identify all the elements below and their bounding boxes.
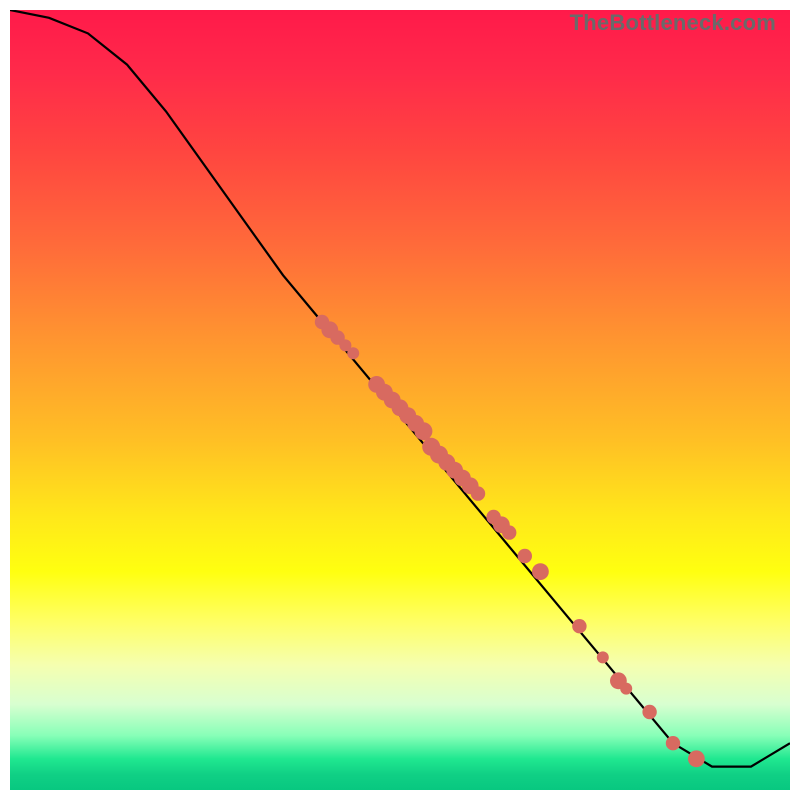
scatter-points [315,315,705,767]
data-point [471,486,485,500]
data-point [642,705,656,719]
data-point [502,525,516,539]
data-point [518,549,532,563]
data-point [620,683,632,695]
data-point [597,651,609,663]
data-point [572,619,586,633]
plot-area: TheBottleneck.com [10,10,790,790]
data-point [414,422,432,440]
data-point [666,736,680,750]
data-point [532,563,549,580]
data-point [347,347,359,359]
bottleneck-curve [10,10,790,767]
chart-container: TheBottleneck.com [0,0,800,800]
data-point [688,750,705,767]
chart-svg [10,10,790,790]
